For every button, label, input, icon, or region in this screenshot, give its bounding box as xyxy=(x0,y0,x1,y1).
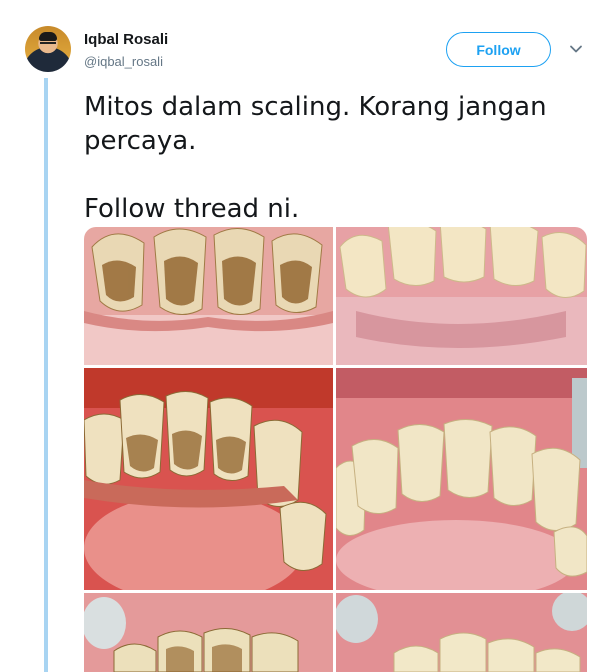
tweet-media-grid[interactable] xyxy=(84,227,587,672)
teeth-photo-before-2[interactable] xyxy=(84,368,333,590)
teeth-photo-after-1[interactable] xyxy=(336,227,587,365)
thread-connector-line xyxy=(44,78,48,672)
teeth-photo-before-3[interactable] xyxy=(84,593,333,672)
follow-button[interactable]: Follow xyxy=(446,32,551,67)
teeth-photo-after-3[interactable] xyxy=(336,593,587,672)
author-handle[interactable]: @iqbal_rosali xyxy=(84,54,163,69)
teeth-photo-before-1[interactable] xyxy=(84,227,333,365)
tweet-text-line: Follow thread ni. xyxy=(84,194,300,224)
tweet-text-line: Mitos dalam scaling. Korang jangan xyxy=(84,92,547,122)
teeth-photo-after-2[interactable] xyxy=(336,368,587,590)
avatar[interactable] xyxy=(25,26,71,72)
tweet-text: Mitos dalam scaling. Korang jangan perca… xyxy=(84,90,584,226)
tweet-text-line: percaya. xyxy=(84,126,197,156)
chevron-down-icon[interactable] xyxy=(569,42,583,56)
author-name[interactable]: Iqbal Rosali xyxy=(84,31,168,48)
